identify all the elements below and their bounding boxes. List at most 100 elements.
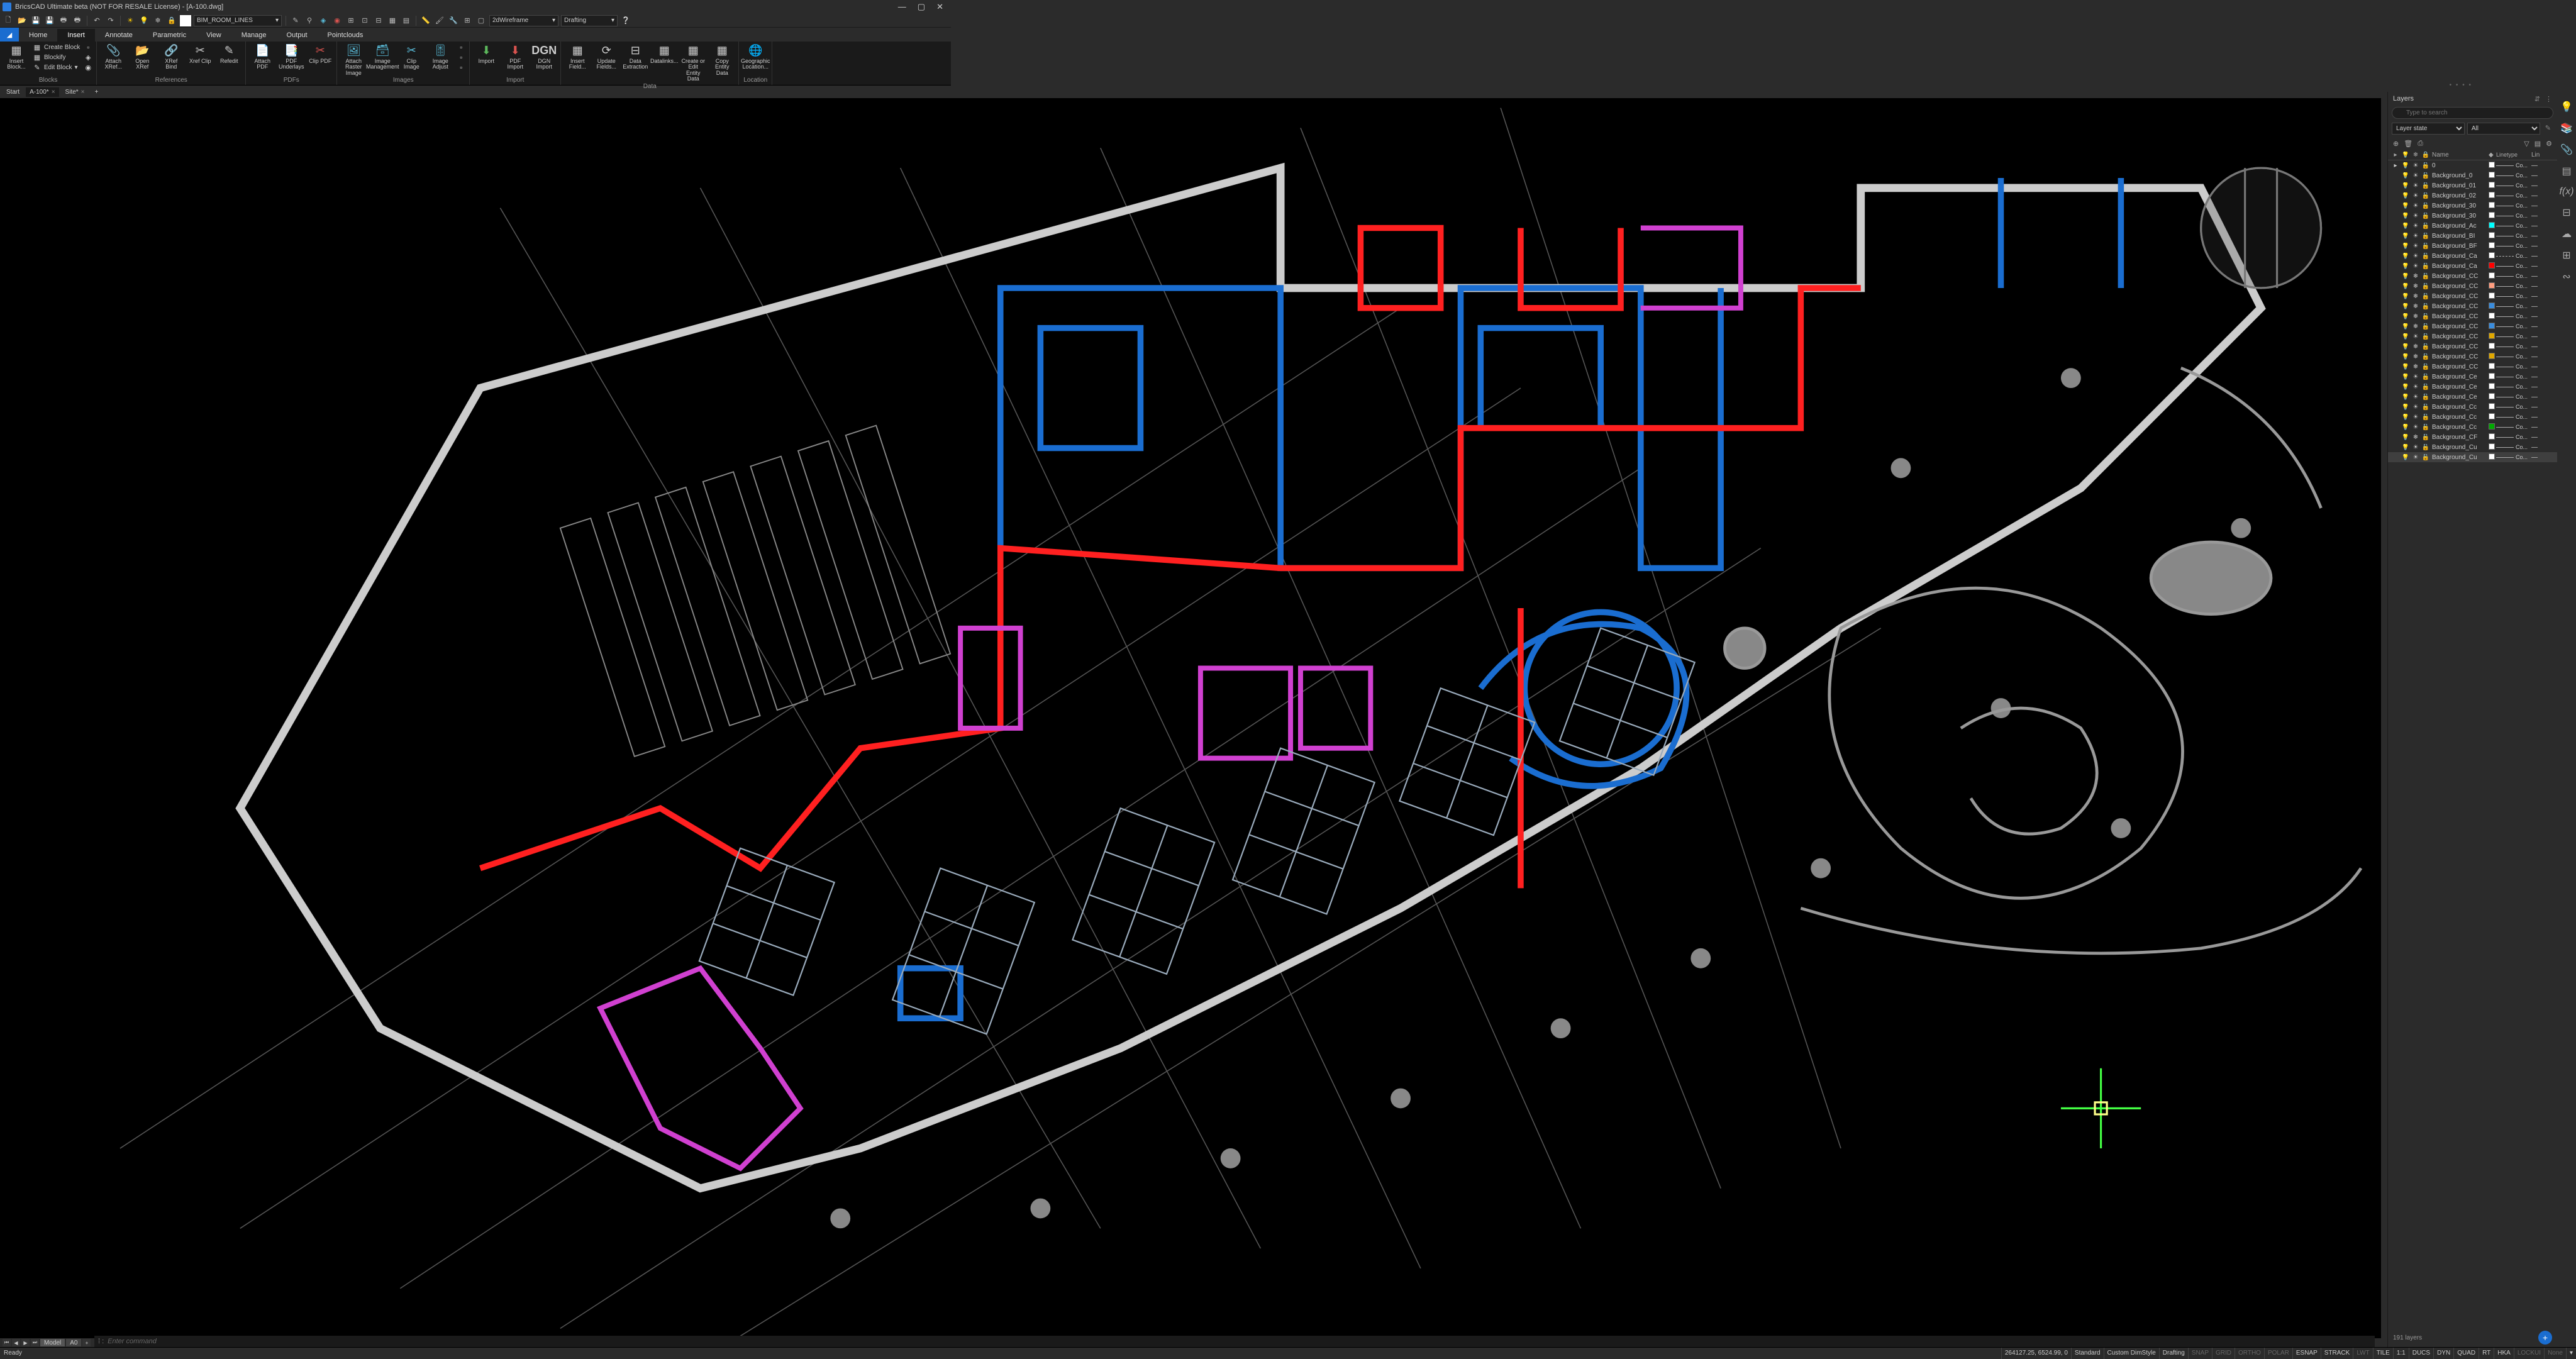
geo-location-button[interactable]: 🌐Geographic Location... <box>743 43 768 70</box>
create-entity-data-button[interactable]: ▦Create or Edit Entity Data <box>680 43 706 82</box>
layer-row[interactable]: 💡❄🔓Background_CCCo...— <box>2388 352 2557 362</box>
apps-icon[interactable]: ⊞ <box>2562 249 2570 262</box>
layer-row[interactable]: 💡☀🔓Background_CCCo...— <box>2388 331 2557 341</box>
connect-icon[interactable]: ∾ <box>2562 270 2570 283</box>
layer-row[interactable]: 💡☀🔓Background_01Co...— <box>2388 180 2557 191</box>
redo-icon[interactable]: ↷ <box>105 15 116 26</box>
update-fields-button[interactable]: ⟳Update Fields... <box>594 43 619 70</box>
block-misc1[interactable]: ▫ <box>84 43 92 52</box>
layer-row[interactable]: 💡☀🔓Background_CcCo...— <box>2388 412 2557 422</box>
model-tab[interactable]: Model <box>40 1339 65 1346</box>
tool8-icon[interactable]: ▤ <box>401 15 412 26</box>
command-line[interactable]: ⁞ : Enter command <box>94 1336 2375 1347</box>
col-expand-icon[interactable]: ▸ <box>2390 152 2401 158</box>
open-icon[interactable]: 📂 <box>16 15 28 26</box>
layer-row[interactable]: 💡❄🔓Background_CCCo...— <box>2388 301 2557 311</box>
tab-manage[interactable]: Manage <box>231 29 277 42</box>
status-standard[interactable]: Standard <box>2071 1348 2104 1359</box>
panel-expand-icon[interactable]: ⇵ <box>2534 95 2540 103</box>
tab-pointclouds[interactable]: Pointclouds <box>318 29 374 42</box>
layer-row[interactable]: 💡❄🔓Background_CCCo...— <box>2388 291 2557 301</box>
measure-icon[interactable]: 📏 <box>420 15 431 26</box>
tab-annotate[interactable]: Annotate <box>95 29 143 42</box>
sheets-icon[interactable]: ▤ <box>2562 165 2571 177</box>
attach-xref-button[interactable]: 📎Attach XRef... <box>101 43 126 70</box>
layout-next-icon[interactable]: ▶ <box>21 1339 30 1346</box>
layer-search[interactable] <box>2392 107 2553 119</box>
freeze-icon[interactable]: ❄ <box>152 15 164 26</box>
image-adjust-button[interactable]: 🎚Image Adjust <box>428 43 453 70</box>
cloud-icon[interactable]: ☁ <box>2562 228 2572 240</box>
status-toggle-lockui[interactable]: LOCKUI <box>2514 1348 2544 1359</box>
status-toggle-lwt[interactable]: LWT <box>2353 1348 2372 1359</box>
layout-first-icon[interactable]: ⏮ <box>3 1339 11 1346</box>
printpreview-icon[interactable]: 🖶 <box>72 15 83 26</box>
img-misc2[interactable]: ▫ <box>457 53 465 62</box>
layer-row[interactable]: 💡☀🔓Background_CeCo...— <box>2388 392 2557 402</box>
attach-raster-button[interactable]: 🖼Attach Raster Image <box>341 43 366 76</box>
status-toggle-1:1[interactable]: 1:1 <box>2393 1348 2409 1359</box>
layer-search-input[interactable] <box>2392 107 2553 119</box>
col-lock-icon[interactable]: 🔒 <box>2421 152 2431 158</box>
pdf-underlays-button[interactable]: 📑PDF Underlays <box>279 43 304 70</box>
doctab-start[interactable]: Start <box>3 87 23 97</box>
app-menu-button[interactable]: ◢ <box>0 28 19 42</box>
attach-pdf-button[interactable]: 📄Attach PDF <box>250 43 275 70</box>
viewstyle-combo[interactable]: 2dWireframe▾ <box>489 15 558 26</box>
layer-row[interactable]: 💡☀🔓Background_AcCo...— <box>2388 221 2557 231</box>
new-icon[interactable]: 🗋 <box>3 15 14 26</box>
tips-icon[interactable]: 💡 <box>2560 101 2573 113</box>
tab-insert[interactable]: Insert <box>57 29 95 42</box>
panel-menu-icon[interactable]: ⋮ <box>2545 95 2552 103</box>
tool6-icon[interactable]: ⊟ <box>373 15 384 26</box>
layer-row[interactable]: 💡☀🔓Background_BICo...— <box>2388 231 2557 241</box>
dgn-import-button[interactable]: DGNDGN Import <box>531 43 557 70</box>
col-on-icon[interactable]: 💡 <box>2401 152 2411 158</box>
workspace-combo[interactable]: Drafting▾ <box>561 15 618 26</box>
status-toggle-hka[interactable]: HKA <box>2494 1348 2514 1359</box>
layout-prev-icon[interactable]: ◀ <box>12 1339 20 1346</box>
tool4-icon[interactable]: ⊞ <box>345 15 357 26</box>
create-block-button[interactable]: ▦Create Block <box>33 43 80 52</box>
layer-row[interactable]: 💡☀🔓Background_30Co...— <box>2388 211 2557 221</box>
layer-row[interactable]: 💡☀🔓Background_CaCo...— <box>2388 251 2557 261</box>
grid-icon[interactable]: ⊞ <box>462 15 473 26</box>
layer-row[interactable]: 💡☀🔓Background_CuCo...— <box>2388 452 2557 462</box>
layer-row[interactable]: 💡☀🔓Background_CuCo...— <box>2388 442 2557 452</box>
status-dropdown-icon[interactable]: ▾ <box>2566 1348 2576 1359</box>
layers-icon[interactable]: 📚 <box>2560 122 2573 135</box>
doctab-site[interactable]: Site*× <box>62 87 89 97</box>
layer-row[interactable]: ▸💡☀🔓0Co...— <box>2388 160 2557 170</box>
status-toggle-rt[interactable]: RT <box>2479 1348 2494 1359</box>
tool5-icon[interactable]: ⊡ <box>359 15 370 26</box>
tab-view[interactable]: View <box>196 29 231 42</box>
status-dimstyle[interactable]: Custom DimStyle <box>2104 1348 2159 1359</box>
wrench-icon[interactable]: 🔧 <box>448 15 459 26</box>
col-freeze-icon[interactable]: ❄ <box>2411 152 2421 158</box>
clip-pdf-button[interactable]: ✂Clip PDF <box>308 43 333 64</box>
block-misc3[interactable]: ◉ <box>84 63 92 72</box>
matchprop-icon[interactable]: ✎ <box>290 15 301 26</box>
layer-row[interactable]: 💡☀🔓Background_0Co...— <box>2388 170 2557 180</box>
layer-row[interactable]: 💡❄🔓Background_CCCo...— <box>2388 321 2557 331</box>
tool3-icon[interactable]: ◉ <box>331 15 343 26</box>
status-toggle-none[interactable]: None <box>2544 1348 2566 1359</box>
layer-row[interactable]: 💡❄🔓Background_CFCo...— <box>2388 432 2557 442</box>
status-toggle-grid[interactable]: GRID <box>2212 1348 2235 1359</box>
undo-icon[interactable]: ↶ <box>91 15 103 26</box>
tab-parametric[interactable]: Parametric <box>143 29 196 42</box>
data-extraction-button[interactable]: ⊟Data Extraction <box>623 43 648 70</box>
img-misc1[interactable]: ▫ <box>457 43 465 52</box>
layer-list[interactable]: ▸💡☀🔓0Co...—💡☀🔓Background_0Co...—💡☀🔓Backg… <box>2388 160 2557 1328</box>
structure-icon[interactable]: ⊟ <box>2562 206 2570 219</box>
insert-field-button[interactable]: ▦Insert Field... <box>565 43 590 70</box>
add-tab-button[interactable]: + <box>91 87 103 97</box>
box-icon[interactable]: ▢ <box>475 15 487 26</box>
layer-row[interactable]: 💡☀🔓Background_CcCo...— <box>2388 422 2557 432</box>
layer-row[interactable]: 💡❄🔓Background_CCCo...— <box>2388 311 2557 321</box>
layer-row[interactable]: 💡☀🔓Background_CaCo...— <box>2388 261 2557 271</box>
status-toggle-polar[interactable]: POLAR <box>2264 1348 2292 1359</box>
bulb-icon[interactable]: 💡 <box>138 15 150 26</box>
layerstates-icon[interactable]: ▤ <box>2534 140 2541 148</box>
layer-state-select[interactable]: Layer state <box>2392 123 2465 135</box>
